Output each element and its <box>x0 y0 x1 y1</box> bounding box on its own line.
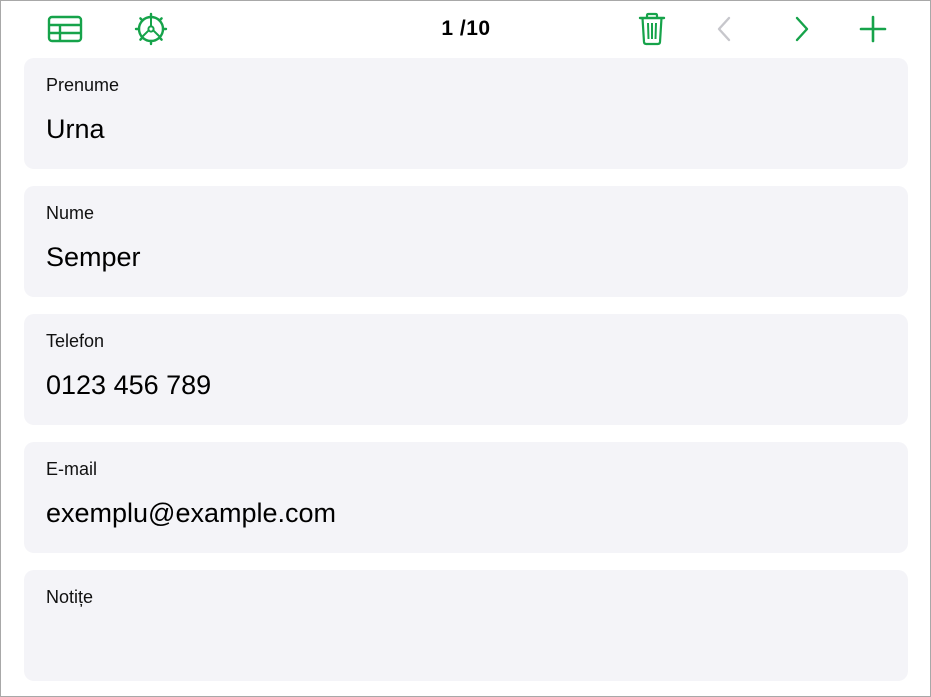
trash-icon <box>638 12 666 46</box>
phone-value[interactable]: 0123 456 789 <box>46 368 211 402</box>
email-value[interactable]: exemplu@example.com <box>46 496 336 530</box>
field-phone[interactable]: Telefon 0123 456 789 <box>24 314 908 425</box>
record-counter: 1 /10 <box>441 17 491 40</box>
field-label: Prenume <box>46 75 120 95</box>
field-label: Nume <box>46 203 95 223</box>
field-email[interactable]: E-mail exemplu@example.com <box>24 442 908 553</box>
field-notes[interactable]: Notițe <box>24 570 908 681</box>
field-label: Notițe <box>46 587 94 607</box>
previous-record-button[interactable] <box>705 9 745 49</box>
chevron-right-icon <box>795 16 809 42</box>
last-name-value[interactable]: Semper <box>46 240 141 274</box>
first-name-value[interactable]: Urna <box>46 112 105 146</box>
settings-button[interactable] <box>131 9 171 49</box>
table-view-button[interactable] <box>45 9 85 49</box>
record-fields: Prenume Urna Nume Semper Telefon 0123 45… <box>24 58 908 696</box>
next-record-button[interactable] <box>781 9 821 49</box>
chevron-left-icon <box>717 16 731 42</box>
toolbar: 1 /10 <box>1 1 930 57</box>
record-form-window: 1 /10 Prenume Urna Nume Semper Telefon 0… <box>0 0 931 697</box>
delete-record-button[interactable] <box>632 9 672 49</box>
field-label: E-mail <box>46 459 98 479</box>
field-last-name[interactable]: Nume Semper <box>24 186 908 297</box>
table-grid-icon <box>47 15 83 43</box>
plus-icon <box>859 15 887 43</box>
add-record-button[interactable] <box>853 9 893 49</box>
field-first-name[interactable]: Prenume Urna <box>24 58 908 169</box>
gear-icon <box>134 12 168 46</box>
field-label: Telefon <box>46 331 105 351</box>
